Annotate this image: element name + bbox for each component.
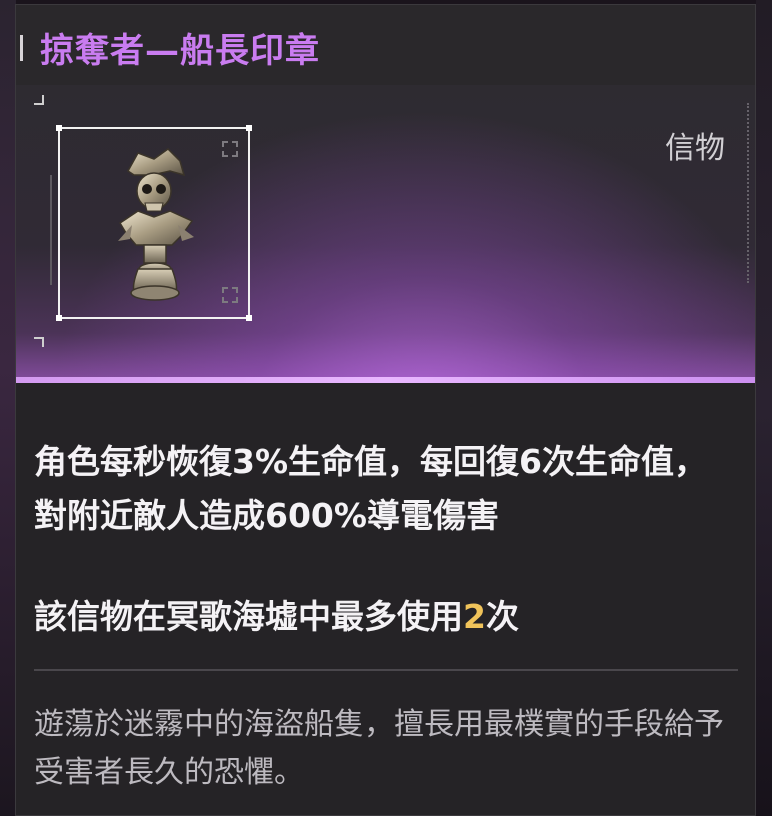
usage-suffix: 次 xyxy=(485,597,519,636)
item-effect-text: 角色每秒恢復3%生命值，每回復6次生命值，對附近敵人造成600%導電傷害 xyxy=(34,442,707,535)
section-divider xyxy=(34,669,738,671)
frame-corner-dot xyxy=(56,125,62,131)
usage-prefix: 該信物在冥歌海墟中最多使用 xyxy=(34,597,463,636)
right-background-strip xyxy=(756,0,772,816)
side-code-decoration-right xyxy=(741,103,749,283)
banner-bottom-glow-line xyxy=(16,377,755,383)
item-category-label: 信物 xyxy=(665,131,725,166)
frame-corner-dot xyxy=(246,315,252,321)
corner-tick-top-left xyxy=(34,95,44,105)
item-banner: 信物 xyxy=(16,85,755,377)
frame-deco-square xyxy=(222,141,238,157)
title-accent-bar xyxy=(20,35,23,61)
title-bar: 掠奪者—船長印章 xyxy=(16,5,755,85)
usage-count: 2 xyxy=(463,597,486,636)
corner-tick-bottom-left xyxy=(34,337,44,347)
item-title: 掠奪者—船長印章 xyxy=(40,31,320,71)
frame-corner-dot xyxy=(56,315,62,321)
frame-deco-square xyxy=(222,287,238,303)
frame-corner-dot xyxy=(246,125,252,131)
skull-pirate-captain-chess-piece-icon xyxy=(118,148,194,301)
item-flavor-text: 遊蕩於迷霧中的海盜船隻，擅長用最樸實的手段給予受害者長久的恐懼。 xyxy=(34,707,724,790)
left-background-strip xyxy=(0,0,16,816)
item-usage-limit: 該信物在冥歌海墟中最多使用2次 xyxy=(34,595,734,639)
item-tooltip-panel: 掠奪者—船長印章 信物 角色每秒恢復3%生命值，每回復6次生命值，對附近敵人造成… xyxy=(15,4,756,816)
